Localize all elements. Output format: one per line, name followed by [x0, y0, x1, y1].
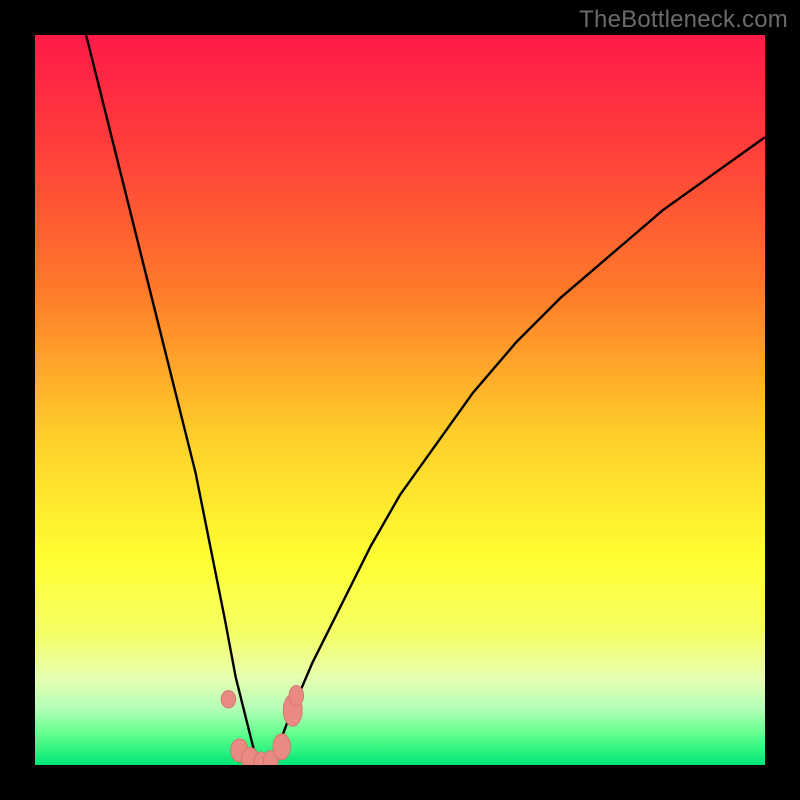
bottleneck-curve	[86, 35, 765, 765]
curve-marker	[221, 691, 236, 709]
curve-marker	[273, 734, 291, 760]
curve-marker	[289, 685, 304, 705]
curve-markers	[221, 685, 303, 765]
chart-canvas	[35, 35, 765, 765]
outer-frame: TheBottleneck.com	[0, 0, 800, 800]
plot-area	[35, 35, 765, 765]
watermark-text: TheBottleneck.com	[579, 6, 788, 34]
